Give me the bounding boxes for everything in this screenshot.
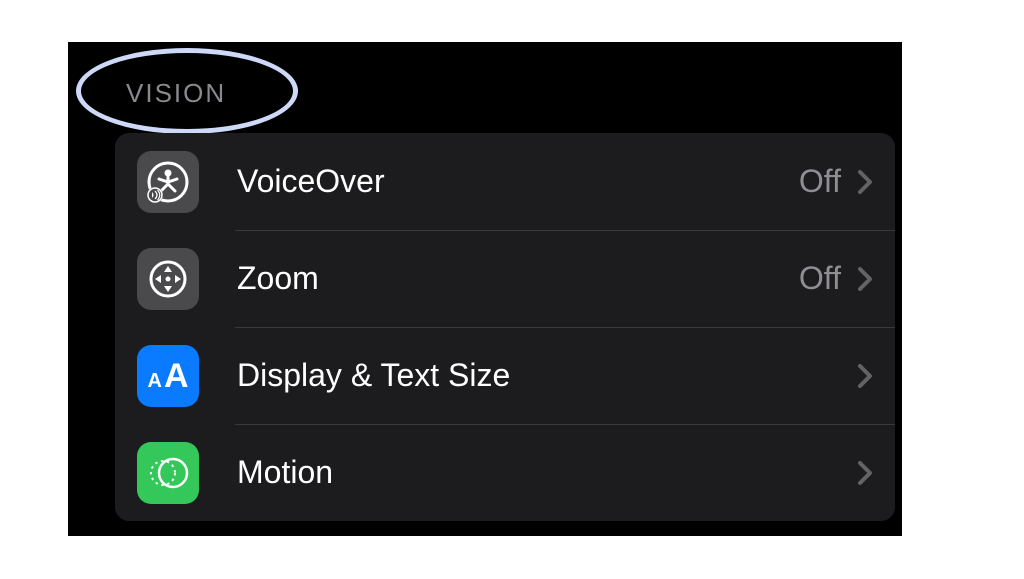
section-header: VISION bbox=[126, 78, 226, 109]
row-label: Display & Text Size bbox=[237, 357, 841, 394]
vision-settings-group: VoiceOver Off Zoom Off bbox=[115, 133, 895, 521]
chevron-right-icon bbox=[857, 266, 873, 292]
voiceover-icon bbox=[137, 151, 199, 213]
row-value: Off bbox=[799, 163, 841, 200]
row-voiceover[interactable]: VoiceOver Off bbox=[115, 133, 895, 230]
settings-screenshot: VISION VoiceOver Off bbox=[68, 42, 902, 536]
row-zoom[interactable]: Zoom Off bbox=[115, 230, 895, 327]
motion-icon bbox=[137, 442, 199, 504]
row-display-text-size[interactable]: AA Display & Text Size bbox=[115, 327, 895, 424]
row-value: Off bbox=[799, 260, 841, 297]
zoom-icon bbox=[137, 248, 199, 310]
chevron-right-icon bbox=[857, 460, 873, 486]
chevron-right-icon bbox=[857, 169, 873, 195]
row-label: Zoom bbox=[237, 260, 799, 297]
row-label: Motion bbox=[237, 454, 841, 491]
chevron-right-icon bbox=[857, 363, 873, 389]
text-size-icon: AA bbox=[137, 345, 199, 407]
row-label: VoiceOver bbox=[237, 163, 799, 200]
row-motion[interactable]: Motion bbox=[115, 424, 895, 521]
